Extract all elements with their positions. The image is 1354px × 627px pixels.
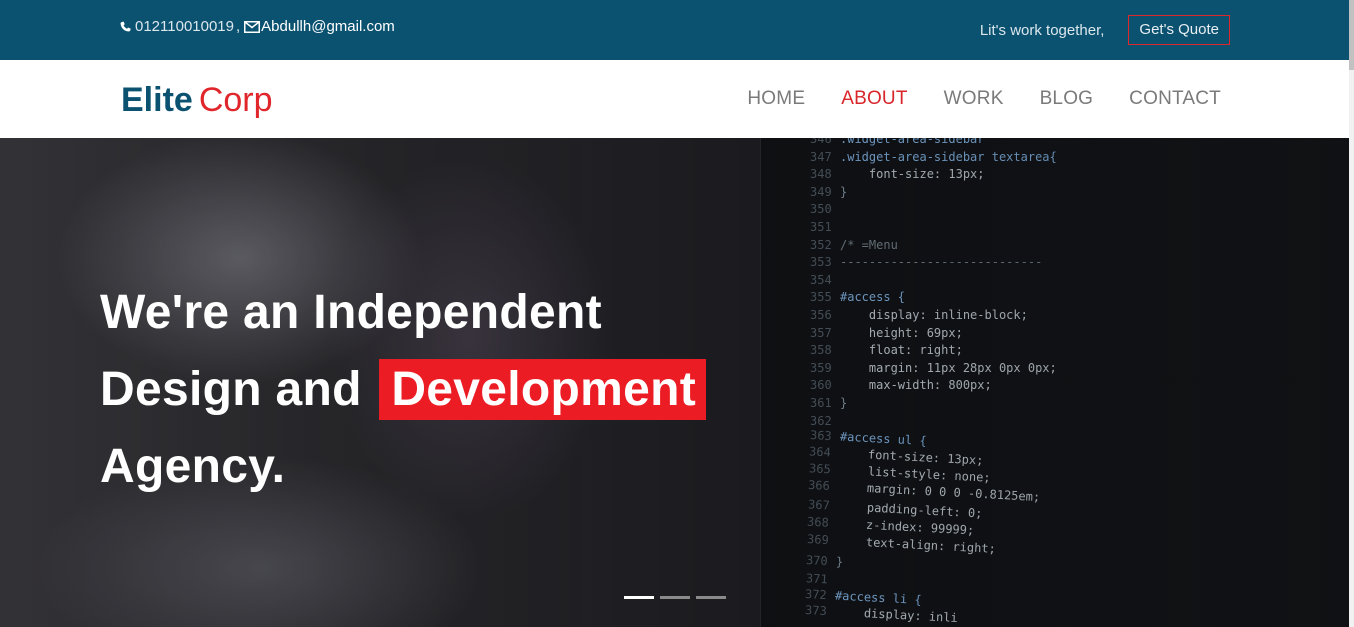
headline-line-2: Design and Development — [100, 351, 707, 428]
contact-separator: , — [236, 18, 241, 35]
brand-logo[interactable]: Elite Corp — [121, 80, 273, 120]
carousel-indicator[interactable] — [660, 596, 690, 599]
nav-item-about[interactable]: ABOUT — [841, 88, 907, 110]
carousel-indicator[interactable] — [696, 596, 726, 599]
nav-menu: HOME ABOUT WORK BLOG CONTACT — [747, 88, 1221, 110]
email-link[interactable]: Abdullh@gmail.com — [261, 17, 395, 37]
headline-line-3: Agency. — [100, 440, 286, 493]
top-right: Lit's work together, Get's Quote — [980, 15, 1230, 45]
scrollbar-thumb[interactable] — [1349, 0, 1354, 70]
carousel-indicators — [624, 596, 726, 599]
nav-item-contact[interactable]: CONTACT — [1129, 88, 1221, 110]
nav-item-home[interactable]: HOME — [747, 88, 805, 110]
brand-name-secondary: Corp — [198, 81, 273, 119]
page-scrollbar[interactable] — [1349, 0, 1354, 627]
hero-slider: 346.widget-area-sidebar347.widget-area-s… — [0, 138, 1349, 627]
phone-icon — [119, 21, 132, 34]
contact-info: 012110010019 , Abdullh@gmail.com — [119, 17, 395, 37]
top-bar: 012110010019 , Abdullh@gmail.com Lit's w… — [0, 0, 1354, 60]
nav-item-work[interactable]: WORK — [944, 88, 1004, 110]
envelope-icon — [244, 21, 261, 33]
brand-name-primary: Elite — [121, 81, 193, 119]
headline-highlight: Development — [379, 359, 707, 420]
get-quote-button[interactable]: Get's Quote — [1128, 15, 1230, 45]
main-navbar: Elite Corp HOME ABOUT WORK BLOG CONTACT — [0, 60, 1354, 138]
tagline: Lit's work together, — [979, 21, 1105, 39]
phone-number[interactable]: 012110010019 — [135, 17, 234, 37]
nav-item-blog[interactable]: BLOG — [1040, 88, 1094, 110]
headline-line-1: We're an Independent — [100, 286, 602, 339]
headline-line-2-prefix: Design and — [100, 363, 362, 416]
hero-headline: We're an Independent Design and Developm… — [100, 274, 707, 505]
carousel-indicator[interactable] — [624, 596, 654, 599]
